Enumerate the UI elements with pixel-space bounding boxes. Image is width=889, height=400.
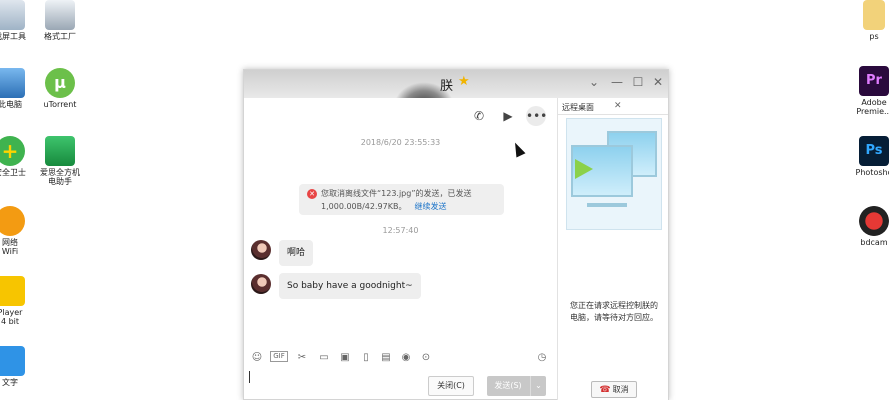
desktop-icon-label: Player 4 bit	[0, 308, 23, 326]
close-button[interactable]: 关闭(C)	[428, 376, 474, 396]
wifi-icon	[0, 206, 25, 236]
scissors-icon[interactable]: ✂	[295, 351, 309, 365]
red-packet-icon[interactable]: ◉	[399, 351, 413, 365]
desktop-icon-label: uTorrent	[43, 100, 77, 109]
security-icon: +	[0, 136, 25, 166]
folder-icon	[863, 0, 885, 30]
remote-desktop-illustration	[566, 118, 662, 230]
send-button-label: 发送(S)	[494, 381, 522, 390]
desktop-icon-label: 格式工厂	[44, 32, 76, 41]
cancel-request-button[interactable]: ☎ 取消	[591, 381, 637, 398]
image-icon[interactable]: ▣	[338, 351, 352, 365]
tab-remote-desktop[interactable]: 远程桌面	[562, 102, 594, 113]
chat-window: 朕 ★ ⌄ — ☐ ✕ ✆ ▶ ••• 2018/6/20 23:55:33 ✕…	[243, 69, 669, 400]
more-tools-icon[interactable]: ⊙	[419, 351, 433, 365]
desktop-icon-wifi[interactable]: 网络 WiFi	[0, 206, 40, 256]
chevron-down-icon[interactable]: ⌄	[530, 376, 546, 396]
desktop-icon-photoshop[interactable]: Ps Photosho	[844, 136, 889, 177]
maximize-button[interactable]: ☐	[631, 75, 645, 89]
wps-icon	[0, 346, 25, 376]
assistant-icon	[45, 136, 75, 166]
remote-desktop-pane: 远程桌面 ✕ 您正在请求远程控制朕的电脑，请等待对方回应。 ☎ 取消	[558, 98, 668, 400]
gif-icon[interactable]: GIF	[270, 351, 288, 362]
text-caret	[249, 371, 250, 383]
error-icon: ✕	[307, 189, 317, 199]
desktop-icon-label: ps	[869, 32, 879, 41]
history-icon[interactable]: ◷	[535, 351, 549, 365]
voice-call-button[interactable]: ✆	[469, 106, 489, 126]
tab-divider	[558, 114, 668, 115]
desktop-icon-assistant[interactable]: 爱思全方机 电助手	[30, 136, 90, 186]
desktop-icon-label: 网络 WiFi	[1, 238, 19, 256]
desktop-icon-bandicam[interactable]: bdcam	[844, 206, 889, 247]
app-icon	[0, 0, 25, 30]
arrow-right-icon	[575, 159, 593, 179]
desktop-icon-label: Photosho	[855, 168, 889, 177]
emoji-icon[interactable]: ☺	[250, 351, 264, 365]
desktop-icon-label: bdcam	[860, 238, 888, 247]
desktop-icon-premiere[interactable]: Pr Adobe Premie...	[844, 66, 889, 116]
format-factory-icon	[45, 0, 75, 30]
calendar-icon[interactable]: ▤	[379, 351, 393, 365]
avatar[interactable]	[251, 240, 271, 260]
message-bubble: 啊哈	[279, 240, 314, 266]
message-bubble: So baby have a goodnight~	[279, 273, 421, 299]
premiere-icon: Pr	[859, 66, 889, 96]
desktop-icon-utorrent[interactable]: µ uTorrent	[30, 68, 90, 109]
monitor-stand-icon	[587, 203, 627, 207]
computer-icon	[0, 68, 25, 98]
hang-up-icon: ☎	[599, 385, 611, 395]
notice-text-line1: 您取消离线文件“123.jpg”的发送，已发送	[321, 189, 472, 198]
desktop-icon-format-factory[interactable]: 格式工厂	[30, 0, 90, 41]
desktop-icon-label: 文字	[2, 378, 18, 387]
photoshop-icon: Ps	[859, 136, 889, 166]
desktop-icon-label: 爱思全方机 电助手	[40, 168, 80, 186]
screen-share-icon[interactable]: ▯	[359, 351, 373, 365]
input-toolbar: ☺ GIF ✂ ▭ ▣ ▯ ▤ ◉ ⊙ ◷	[244, 348, 557, 368]
desktop-icon-folder[interactable]: ps	[844, 0, 889, 41]
close-icon[interactable]: ✕	[614, 101, 622, 111]
resend-link[interactable]: 继续发送	[414, 202, 446, 211]
desktop-icon-wps[interactable]: 文字	[0, 346, 40, 387]
notice-line2: 1,000.00B/42.97KB。 继续发送	[321, 200, 498, 213]
send-button[interactable]: 发送(S) ⌄	[487, 376, 546, 396]
close-window-button[interactable]: ✕	[651, 75, 665, 89]
desktop-icon-label: Adobe Premie...	[856, 98, 889, 116]
chat-pane: ✆ ▶ ••• 2018/6/20 23:55:33 ✕ 您取消离线文件“123…	[244, 98, 557, 400]
utorrent-icon: µ	[45, 68, 75, 98]
dropdown-icon[interactable]: ⌄	[587, 75, 601, 89]
avatar[interactable]	[251, 274, 271, 294]
cancel-label: 取消	[612, 385, 629, 394]
bandicam-icon	[859, 206, 889, 236]
remote-request-status: 您正在请求远程控制朕的电脑，请等待对方回应。	[570, 301, 658, 322]
more-options-button[interactable]: •••	[526, 106, 547, 126]
star-icon: ★	[458, 74, 470, 89]
chat-title: 朕	[440, 79, 454, 94]
desktop-icon-player[interactable]: Player 4 bit	[0, 276, 40, 326]
minimize-button[interactable]: —	[610, 75, 624, 89]
message-timestamp: 12:57:40	[382, 226, 419, 235]
video-call-button[interactable]: ▶	[498, 106, 518, 126]
folder-icon[interactable]: ▭	[317, 351, 331, 365]
title-bar[interactable]: 朕 ★ ⌄ — ☐ ✕	[244, 70, 668, 98]
file-cancel-notice: ✕ 您取消离线文件“123.jpg”的发送，已发送 1,000.00B/42.9…	[299, 184, 504, 215]
player-icon	[0, 276, 25, 306]
notice-text-line2: 1,000.00B/42.97KB。	[321, 202, 407, 211]
